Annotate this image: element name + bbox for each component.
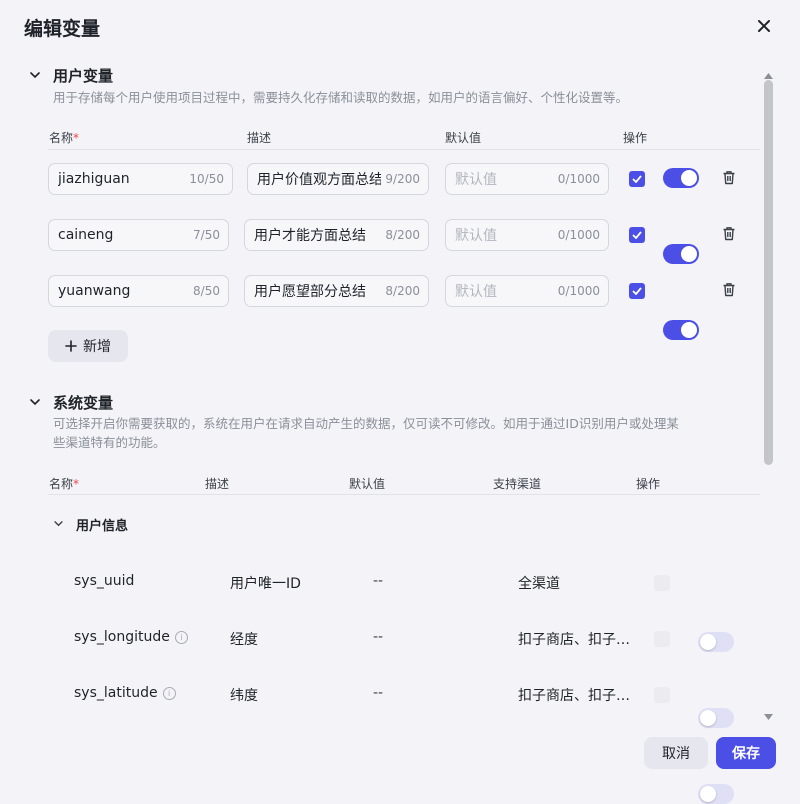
chevron-down-icon	[30, 398, 40, 405]
sys-header-divider	[48, 494, 760, 495]
trash-icon	[723, 283, 735, 297]
user-col-default-header: 默认值	[445, 131, 482, 145]
sys-var-desc: 纬度	[230, 688, 258, 704]
sys-var-enable-toggle[interactable]	[698, 784, 734, 804]
sys-var-enable-toggle[interactable]	[698, 708, 734, 728]
sys-var-name: sys_longitude i	[74, 629, 188, 645]
variable-name-input[interactable]: jiazhiguan 10/50	[48, 163, 233, 195]
chevron-down-icon	[53, 521, 63, 527]
sys-var-default: --	[373, 573, 384, 589]
user-col-desc-header: 描述	[247, 131, 272, 145]
sys-var-channel: 扣子商店、扣子…	[518, 632, 630, 648]
variable-default-input[interactable]: 默认值 0/1000	[445, 163, 609, 195]
trash-icon	[723, 171, 735, 185]
variable-default-input[interactable]: 默认值 0/1000	[445, 219, 609, 251]
user-info-group-title: 用户信息	[76, 519, 129, 534]
variable-desc-input[interactable]: 用户愿望部分总结 8/200	[244, 275, 429, 307]
sys-col-desc-header: 描述	[205, 477, 230, 491]
delete-variable-button[interactable]	[722, 226, 736, 245]
cancel-button[interactable]: 取消	[644, 737, 708, 769]
variable-enable-toggle[interactable]	[663, 168, 699, 188]
info-icon[interactable]: i	[174, 631, 188, 644]
sys-var-default: --	[373, 685, 384, 701]
user-header-divider	[48, 149, 760, 150]
user-col-action-header: 操作	[623, 131, 648, 145]
variable-checkbox[interactable]	[629, 171, 645, 187]
variable-checkbox[interactable]	[629, 283, 645, 299]
sys-var-checkbox	[654, 687, 670, 703]
user-info-group-toggle[interactable]	[51, 517, 65, 531]
check-icon	[632, 287, 642, 295]
user-col-name-header: 名称*	[49, 131, 80, 145]
add-variable-label: 新增	[83, 339, 111, 355]
add-variable-button[interactable]: 新增	[48, 330, 128, 362]
scrollbar-thumb[interactable]	[764, 80, 773, 465]
sys-col-channel-header: 支持渠道	[493, 477, 542, 491]
variable-default-input[interactable]: 默认值 0/1000	[445, 275, 609, 307]
user-vars-collapse-toggle[interactable]	[28, 68, 42, 82]
user-vars-description: 用于存储每个用户使用项目过程中，需要持久化存储和读取的数据，如用户的语言偏好、个…	[53, 90, 629, 105]
check-icon	[632, 231, 642, 239]
variable-enable-toggle[interactable]	[663, 320, 699, 340]
sys-vars-collapse-toggle[interactable]	[28, 395, 42, 409]
sys-vars-description-line2: 些渠道特有的功能。	[53, 435, 166, 450]
user-vars-title: 用户变量	[53, 67, 114, 85]
delete-variable-button[interactable]	[722, 282, 736, 301]
sys-var-default: --	[373, 629, 384, 645]
sys-col-action-header: 操作	[636, 477, 661, 491]
chevron-down-icon	[30, 71, 40, 78]
save-button[interactable]: 保存	[716, 737, 776, 769]
close-icon	[758, 20, 770, 32]
sys-vars-description-line1: 可选择开启你需要获取的，系统在用户在请求自动产生的数据，仅可读不可修改。如用于通…	[53, 416, 679, 431]
delete-variable-button[interactable]	[722, 170, 736, 189]
close-button[interactable]	[752, 14, 776, 38]
scroll-down-arrow-icon[interactable]	[764, 705, 773, 724]
sys-var-desc: 用户唯一ID	[230, 576, 301, 592]
sys-var-channel: 全渠道	[518, 576, 560, 592]
check-icon	[632, 175, 642, 183]
variable-name-input[interactable]: caineng 7/50	[48, 219, 229, 251]
variable-desc-input[interactable]: 用户才能方面总结 8/200	[244, 219, 429, 251]
sys-var-checkbox	[654, 575, 670, 591]
info-icon[interactable]: i	[162, 687, 176, 700]
sys-var-channel: 扣子商店、扣子…	[518, 688, 630, 704]
sys-var-desc: 经度	[230, 632, 258, 648]
trash-icon	[723, 227, 735, 241]
variable-checkbox[interactable]	[629, 227, 645, 243]
variable-name-input[interactable]: yuanwang 8/50	[48, 275, 229, 307]
sys-var-name: sys_latitude i	[74, 685, 176, 701]
sys-var-name: sys_uuid	[74, 573, 135, 589]
sys-vars-title: 系统变量	[53, 394, 114, 412]
plus-icon	[65, 340, 77, 352]
sys-var-checkbox	[654, 631, 670, 647]
sys-var-enable-toggle[interactable]	[698, 632, 734, 652]
sys-col-default-header: 默认值	[349, 477, 386, 491]
dialog-title: 编辑变量	[24, 18, 101, 40]
sys-col-name-header: 名称*	[49, 477, 80, 491]
variable-enable-toggle[interactable]	[663, 244, 699, 264]
variable-desc-input[interactable]: 用户价值观方面总结 9/200	[247, 163, 429, 195]
